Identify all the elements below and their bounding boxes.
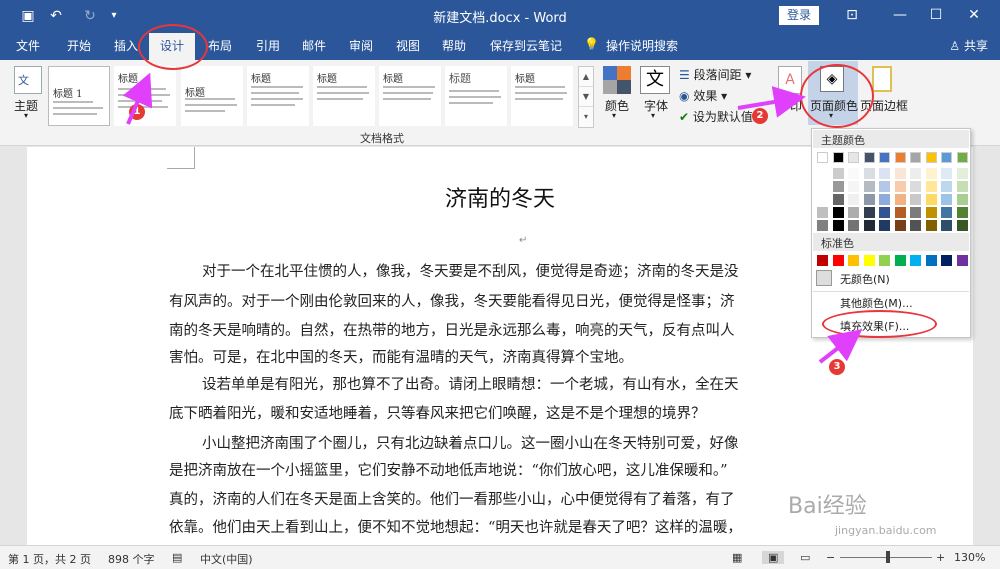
watermark-bai: Bai — [788, 494, 823, 519]
watermark-jingyan: 经验 — [822, 494, 867, 519]
arrow-1 — [122, 72, 153, 125]
arrow-2 — [737, 86, 806, 118]
watermark-logo: Bai经验 — [788, 488, 867, 520]
annotation-arrows — [122, 72, 863, 364]
watermark-url: jingyan.baidu.com — [835, 524, 937, 537]
arrow-3 — [818, 329, 863, 364]
